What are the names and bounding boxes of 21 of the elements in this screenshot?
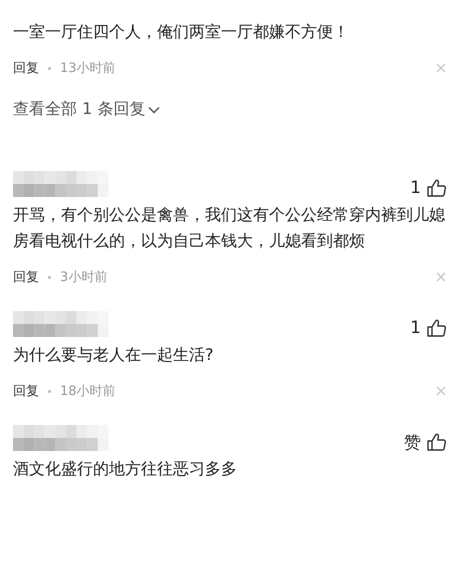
reply-link[interactable]: 回复 xyxy=(13,268,39,286)
comment-text: 一室一厅住四个人，俺们两室一厅都嫌不方便！ xyxy=(13,21,350,43)
like-count: 赞 xyxy=(404,432,421,454)
reply-link[interactable]: 回复 xyxy=(13,59,39,77)
like-count: 1 xyxy=(410,318,421,338)
thumbs-up-icon[interactable] xyxy=(427,319,446,337)
like-count: 1 xyxy=(410,178,421,198)
separator-dot xyxy=(48,66,51,70)
comment-text: 为什么要与老人在一起生活? xyxy=(13,344,214,366)
chevron-down-icon xyxy=(148,106,160,114)
comment-text: 酒文化盛行的地方往往恶习多多 xyxy=(13,458,238,480)
comment-time: 3小时前 xyxy=(60,269,108,286)
thumbs-up-icon[interactable] xyxy=(427,179,446,197)
separator-dot xyxy=(48,390,51,392)
view-replies-link[interactable]: 查看全部 1 条回复 xyxy=(13,99,160,120)
thumbs-up-icon[interactable] xyxy=(427,433,446,451)
reply-link[interactable]: 回复 xyxy=(13,382,39,400)
separator-dot xyxy=(48,276,51,278)
comment-time: 18小时前 xyxy=(60,383,116,400)
comment-time: 13小时前 xyxy=(60,60,116,77)
comment-text: 开骂，有个别公公是禽兽，我们这有个公公经常穿内裤到儿媳房看电视什么的，以为自己本钱大，儿媳看到都烦 xyxy=(13,204,446,252)
